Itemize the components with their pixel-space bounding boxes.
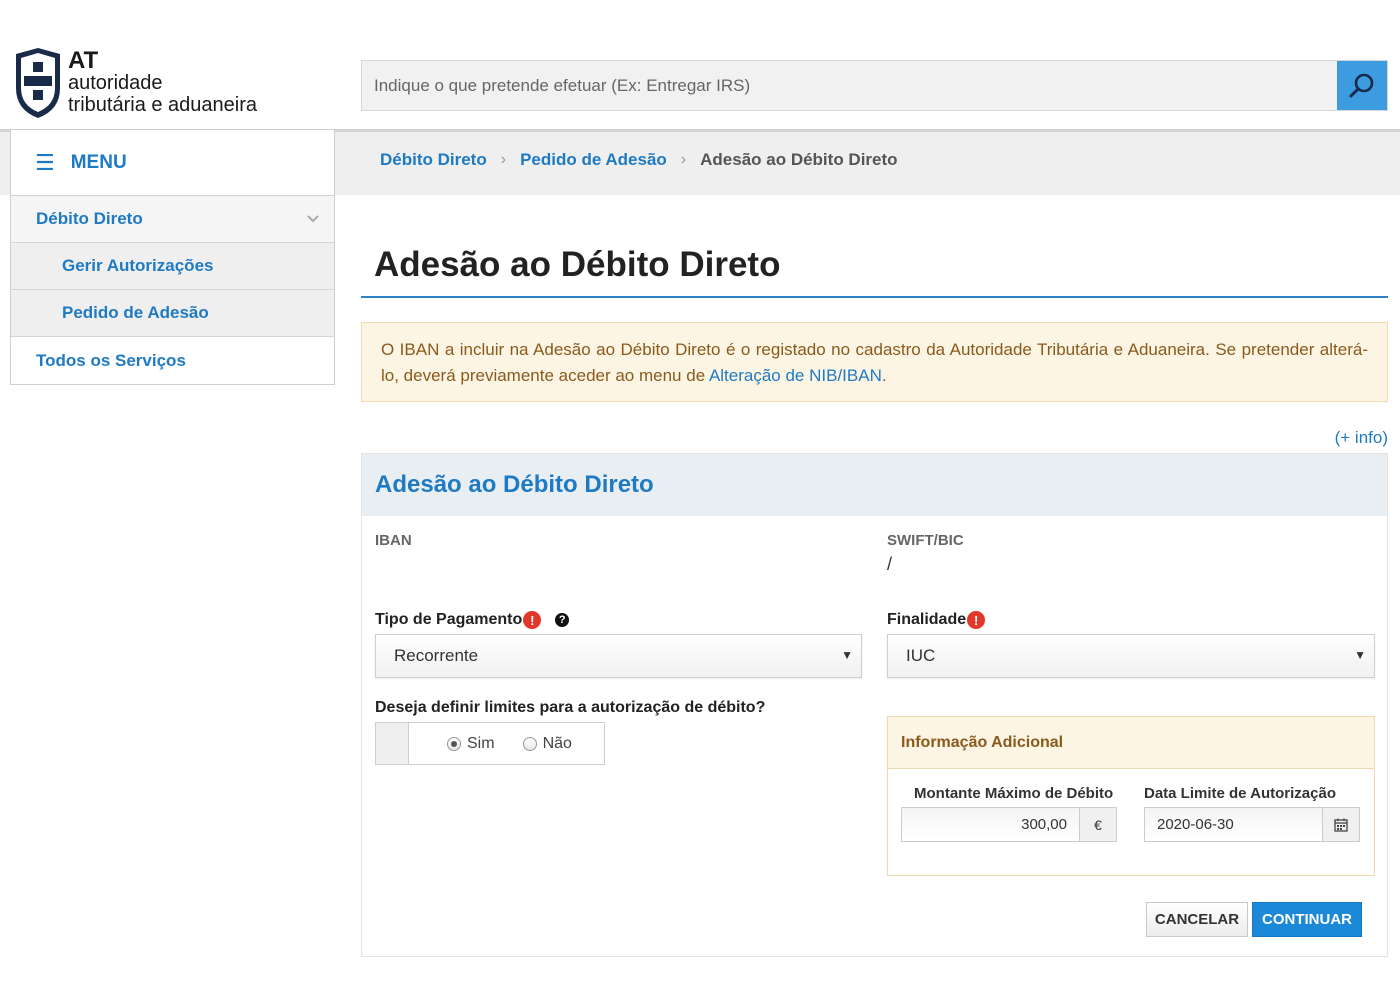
sidebar-item-pedido-adesao[interactable]: Pedido de Adesão: [11, 290, 334, 337]
dropdown-arrow-icon: ▼: [1354, 648, 1366, 662]
chevron-down-icon: [307, 215, 319, 223]
search-bar: [361, 60, 1388, 111]
informacao-adicional-title: Informação Adicional: [888, 717, 1374, 769]
cancel-button[interactable]: CANCELAR: [1146, 902, 1248, 937]
search-input[interactable]: [362, 61, 1337, 110]
radio-checked-icon: [447, 736, 461, 751]
tipo-pagamento-label: Tipo de Pagamento ! ?: [375, 611, 570, 629]
hamburger-icon: ☰: [35, 149, 55, 175]
radio-nao-label: Não: [542, 734, 572, 752]
finalidade-select[interactable]: IUC ▼: [887, 634, 1375, 678]
radio-group-addon: [376, 723, 409, 764]
breadcrumb-pedido-adesao[interactable]: Pedido de Adesão: [520, 150, 667, 170]
montante-input[interactable]: 300,00: [902, 808, 1079, 841]
calendar-icon[interactable]: [1322, 808, 1359, 841]
sidebar-item-label: Débito Direto: [36, 209, 143, 228]
panel-title: Adesão ao Débito Direto: [362, 454, 1387, 516]
at-logo[interactable]: AT autoridade tributária e aduaneira: [12, 44, 302, 122]
radio-sim[interactable]: Sim: [447, 735, 495, 753]
calendar-glyph-icon: [1334, 818, 1348, 832]
sidebar-item-label: Todos os Serviços: [36, 350, 186, 370]
data-limite-input-group: 2020-06-30: [1144, 807, 1360, 842]
sidebar-item-label: Pedido de Adesão: [62, 303, 209, 322]
dropdown-arrow-icon: ▼: [841, 648, 853, 662]
montante-label: Montante Máximo de Débito: [914, 785, 1114, 802]
help-icon[interactable]: ?: [555, 613, 570, 627]
breadcrumb: Débito Direto › Pedido de Adesão › Adesã…: [380, 150, 898, 170]
swift-label: SWIFT/BIC: [887, 532, 964, 549]
coat-of-arms-icon: [16, 48, 60, 118]
data-limite-input[interactable]: 2020-06-30: [1145, 808, 1322, 841]
logo-line-1: AT: [68, 47, 99, 74]
limits-radio-group: Sim Não: [375, 722, 605, 765]
menu-toggle[interactable]: ☰ MENU: [11, 130, 334, 196]
required-icon: !: [967, 611, 986, 629]
menu-label: MENU: [70, 151, 127, 173]
required-icon: !: [523, 611, 542, 629]
alert-end: .: [881, 366, 887, 385]
more-info-link[interactable]: (+ info): [1335, 428, 1388, 448]
breadcrumb-separator: ›: [680, 151, 687, 168]
informacao-adicional-box: Informação Adicional Montante Máximo de …: [887, 716, 1375, 876]
iban-alert: O IBAN a incluir na Adesão ao Débito Dir…: [361, 322, 1388, 402]
radio-unchecked-icon: [522, 736, 537, 751]
finalidade-label: Finalidade !: [887, 611, 986, 629]
tipo-pagamento-value: Recorrente: [394, 646, 479, 665]
iban-label: IBAN: [375, 532, 412, 549]
title-divider: [361, 296, 1388, 298]
logo-line-2: autoridade: [68, 72, 163, 94]
logo-text: AT autoridade tributária e aduaneira: [68, 47, 258, 117]
breadcrumb-separator: ›: [500, 151, 507, 168]
montante-input-group: 300,00 €: [901, 807, 1117, 842]
sidebar-item-todos-servicos[interactable]: Todos os Serviços: [11, 337, 334, 384]
finalidade-text: Finalidade: [887, 611, 967, 628]
page-title: Adesão ao Débito Direto: [374, 245, 781, 284]
sidebar-menu: ☰ MENU Débito Direto Gerir Autorizações …: [10, 129, 335, 385]
euro-icon: €: [1079, 808, 1116, 841]
radio-nao[interactable]: Não: [522, 734, 572, 753]
search-button[interactable]: [1337, 61, 1387, 110]
limits-question: Deseja definir limites para a autorizaçã…: [375, 699, 766, 716]
radio-sim-label: Sim: [467, 734, 495, 752]
sidebar-item-label: Gerir Autorizações: [62, 256, 214, 275]
search-icon: [1349, 73, 1374, 97]
tipo-pagamento-select[interactable]: Recorrente ▼: [375, 634, 862, 678]
tipo-pagamento-text: Tipo de Pagamento: [375, 611, 523, 628]
sidebar-item-debito-direto[interactable]: Débito Direto: [11, 196, 334, 243]
sidebar-item-gerir-autorizacoes[interactable]: Gerir Autorizações: [11, 243, 334, 290]
alteracao-nib-iban-link[interactable]: Alteração de NIB/IBAN: [709, 366, 882, 385]
adesao-form-panel: Adesão ao Débito Direto IBAN SWIFT/BIC /…: [361, 453, 1388, 957]
continue-button[interactable]: CONTINUAR: [1252, 902, 1362, 937]
logo-line-3: tributária e aduaneira: [68, 94, 258, 116]
finalidade-value: IUC: [906, 646, 936, 665]
data-limite-label: Data Limite de Autorização: [1144, 785, 1336, 802]
breadcrumb-debito-direto[interactable]: Débito Direto: [380, 150, 487, 170]
breadcrumb-current: Adesão ao Débito Direto: [700, 150, 898, 169]
swift-value: /: [887, 554, 893, 574]
